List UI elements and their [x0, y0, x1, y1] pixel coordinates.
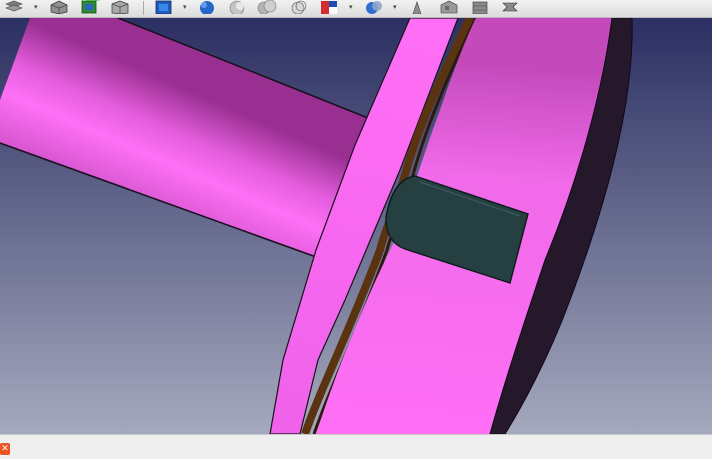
- section-icon[interactable]: [318, 0, 344, 14]
- chevron-down-icon[interactable]: ▾: [393, 3, 397, 11]
- 3d-scene[interactable]: [0, 18, 712, 434]
- extrude-icon[interactable]: [468, 0, 492, 14]
- view-cube-icon[interactable]: [152, 0, 178, 14]
- fem-icon[interactable]: [78, 0, 102, 14]
- tube-icon[interactable]: [405, 0, 429, 14]
- cube-icon[interactable]: [108, 0, 132, 14]
- main-toolbar: ▾ ▾ ▾ ▾: [0, 0, 712, 18]
- close-icon[interactable]: ✕: [0, 443, 10, 455]
- chevron-down-icon[interactable]: ▾: [34, 3, 38, 11]
- torus-icon[interactable]: [225, 0, 249, 14]
- 3d-viewport[interactable]: [0, 18, 712, 434]
- wedge-icon[interactable]: [362, 0, 388, 14]
- part-box-icon[interactable]: [48, 0, 70, 14]
- cone-icon[interactable]: [287, 0, 311, 14]
- chevron-down-icon[interactable]: ▾: [349, 3, 353, 11]
- revolve-icon[interactable]: [498, 0, 522, 14]
- chevron-down-icon[interactable]: ▾: [183, 3, 187, 11]
- status-bar: ✕: [0, 434, 712, 459]
- shape-icon[interactable]: [437, 0, 461, 14]
- cylinder-icon[interactable]: [255, 0, 279, 14]
- layers-icon[interactable]: [4, 0, 26, 14]
- toolbar-separator: [143, 1, 144, 15]
- sphere-icon[interactable]: [195, 0, 219, 14]
